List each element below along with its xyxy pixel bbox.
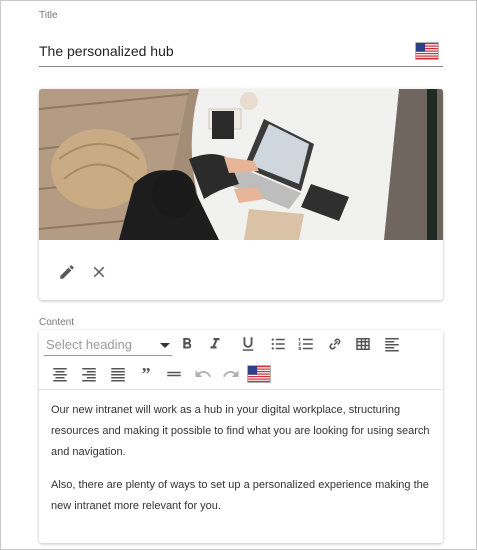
undo-icon [195,370,211,377]
editor-content[interactable]: Our new intranet will work as a hub in y… [51,400,435,529]
italic-icon [210,338,220,349]
justify-button[interactable] [106,362,130,386]
blockquote-button[interactable]: ” [134,362,158,386]
paragraph[interactable]: Our new intranet will work as a hub in y… [51,400,435,463]
rich-text-editor: Select heading ” Our new intranet will w… [39,330,443,543]
us-flag-icon[interactable] [415,42,439,60]
align-left-button[interactable] [380,332,404,356]
table-icon [356,338,370,350]
paragraph[interactable]: Also, there are plenty of ways to set up… [51,475,435,517]
content-label: Content [39,317,75,328]
image-card [39,89,443,300]
caret-down-icon [160,343,170,348]
horizontal-line-icon [167,371,181,377]
link-button[interactable] [323,332,347,356]
editor-toolbar: Select heading ” [39,330,443,390]
edit-image-button[interactable] [53,258,81,286]
image-actions [39,240,443,300]
header-image [39,89,443,240]
close-icon [93,266,105,278]
redo-button[interactable] [219,362,243,386]
align-center-icon [53,368,67,382]
us-flag-icon[interactable] [247,365,271,383]
numbered-list-icon [298,338,313,350]
heading-select[interactable]: Select heading [44,334,172,356]
horizontal-line-button[interactable] [162,362,186,386]
bold-button[interactable] [175,332,199,356]
numbered-list-button[interactable] [294,332,318,356]
pencil-icon [60,265,74,279]
align-center-button[interactable] [48,362,72,386]
align-left-icon [385,338,399,352]
justify-icon [111,368,125,382]
underline-button[interactable] [236,332,260,356]
bold-icon [183,338,192,349]
align-right-icon [82,368,96,382]
remove-image-button[interactable] [85,258,113,286]
bulleted-list-icon [271,338,285,350]
title-input[interactable]: The personalized hub [39,37,443,67]
undo-button[interactable] [191,362,215,386]
blockquote-icon: ” [141,363,151,384]
italic-button[interactable] [203,332,227,356]
title-value[interactable]: The personalized hub [39,43,174,59]
heading-placeholder: Select heading [46,337,133,352]
align-right-button[interactable] [77,362,101,386]
redo-icon [223,370,239,377]
table-button[interactable] [351,332,375,356]
underline-icon [242,337,254,351]
bulleted-list-button[interactable] [266,332,290,356]
title-label: Title [39,10,58,21]
form-panel: Title The personalized hub Content Selec… [0,0,477,550]
link-icon [329,338,341,350]
